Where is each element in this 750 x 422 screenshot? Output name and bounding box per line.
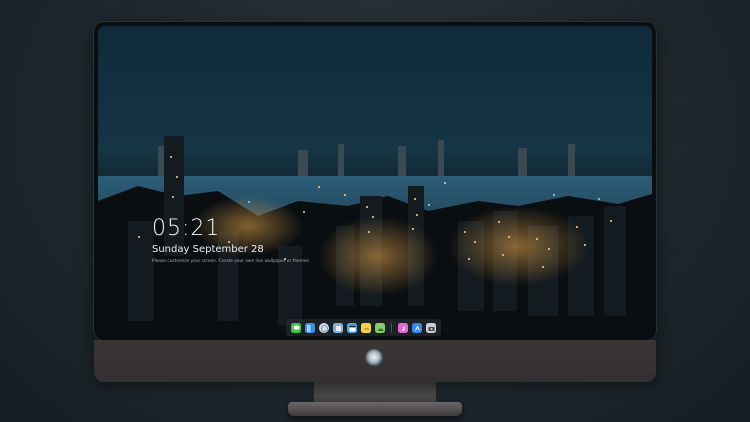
camera-icon[interactable]: [426, 323, 436, 333]
safari-icon[interactable]: [319, 323, 329, 333]
desktop-screen: 05:21 Sunday September 28 Please customi…: [98, 26, 652, 336]
finder-icon[interactable]: [305, 323, 315, 333]
preview-icon[interactable]: [333, 323, 343, 333]
monitor-stand-neck: [314, 382, 436, 404]
monitor-stand-base: [288, 402, 462, 416]
messages-icon[interactable]: [291, 323, 301, 333]
lockscreen-clock: 05:21: [152, 216, 221, 241]
itunes-icon[interactable]: [398, 323, 408, 333]
lockscreen-date: Sunday September 28: [152, 244, 264, 255]
monitor-chin: [94, 340, 656, 382]
clapper-icon[interactable]: [347, 323, 357, 333]
alienware-logo-icon: [365, 349, 383, 367]
notes-icon[interactable]: [361, 323, 371, 333]
lockscreen-hint: Please customize your screen. Create you…: [152, 259, 311, 264]
dock-separator: [391, 323, 392, 333]
appstore-icon[interactable]: [412, 323, 422, 333]
photos-icon[interactable]: [375, 323, 385, 333]
city-wallpaper: [98, 136, 652, 336]
monitor-bezel: 05:21 Sunday September 28 Please customi…: [94, 22, 656, 340]
dock: [286, 319, 441, 336]
